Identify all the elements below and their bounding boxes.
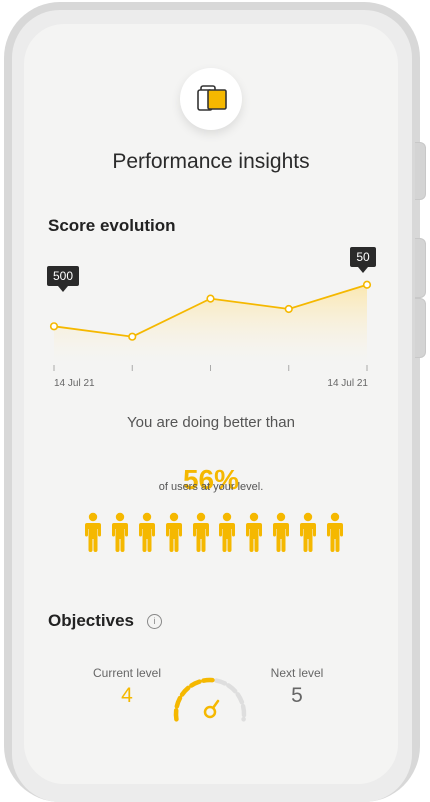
- x-tick-label-end: 14 Jul 21: [327, 378, 368, 389]
- end-badge: 50: [350, 247, 376, 273]
- data-point: [206, 294, 215, 303]
- data-point: [49, 322, 59, 331]
- gauge-progress: [173, 677, 219, 722]
- data-point: [284, 304, 293, 314]
- person-icon: [192, 512, 209, 552]
- person-icon: [165, 512, 182, 552]
- person-icon: [111, 512, 128, 552]
- score-chart: 500 50 14 Jul 21 14 Jul 21: [47, 247, 376, 389]
- end-badge-label: 50: [356, 250, 370, 264]
- data-point: [128, 332, 137, 341]
- comparison-lead: You are doing better than: [127, 414, 295, 431]
- app-screen: Performance insights Score evolution 500…: [24, 24, 398, 784]
- next-level-value: 5: [291, 684, 303, 707]
- comparison-tail: of users at your level.: [158, 481, 264, 493]
- next-level-label: Next level: [270, 666, 324, 680]
- person-icon: [219, 512, 236, 552]
- info-icon[interactable]: i: [147, 614, 162, 629]
- start-badge-label: 500: [53, 269, 73, 283]
- person-icon: [246, 512, 263, 552]
- start-badge: 500: [47, 266, 79, 292]
- data-point: [362, 280, 372, 289]
- person-icon: [300, 512, 316, 552]
- level-gauge: [173, 677, 247, 722]
- current-level-value: 4: [121, 684, 133, 707]
- person-icon: [138, 512, 155, 552]
- current-level-label: Current level: [92, 666, 162, 680]
- person-icon: [273, 512, 290, 552]
- volume-down-button: [415, 298, 426, 358]
- person-icon: [85, 512, 101, 552]
- people-row: [84, 512, 344, 556]
- person-icon: [326, 512, 343, 552]
- gauge-track: [173, 677, 247, 722]
- volume-up-button: [415, 238, 426, 298]
- gauge-needle-icon: [203, 699, 220, 719]
- x-tick-label-start: 14 Jul 21: [54, 378, 95, 389]
- side-button: [415, 142, 426, 200]
- objectives-section-title: Objectives: [48, 611, 134, 630]
